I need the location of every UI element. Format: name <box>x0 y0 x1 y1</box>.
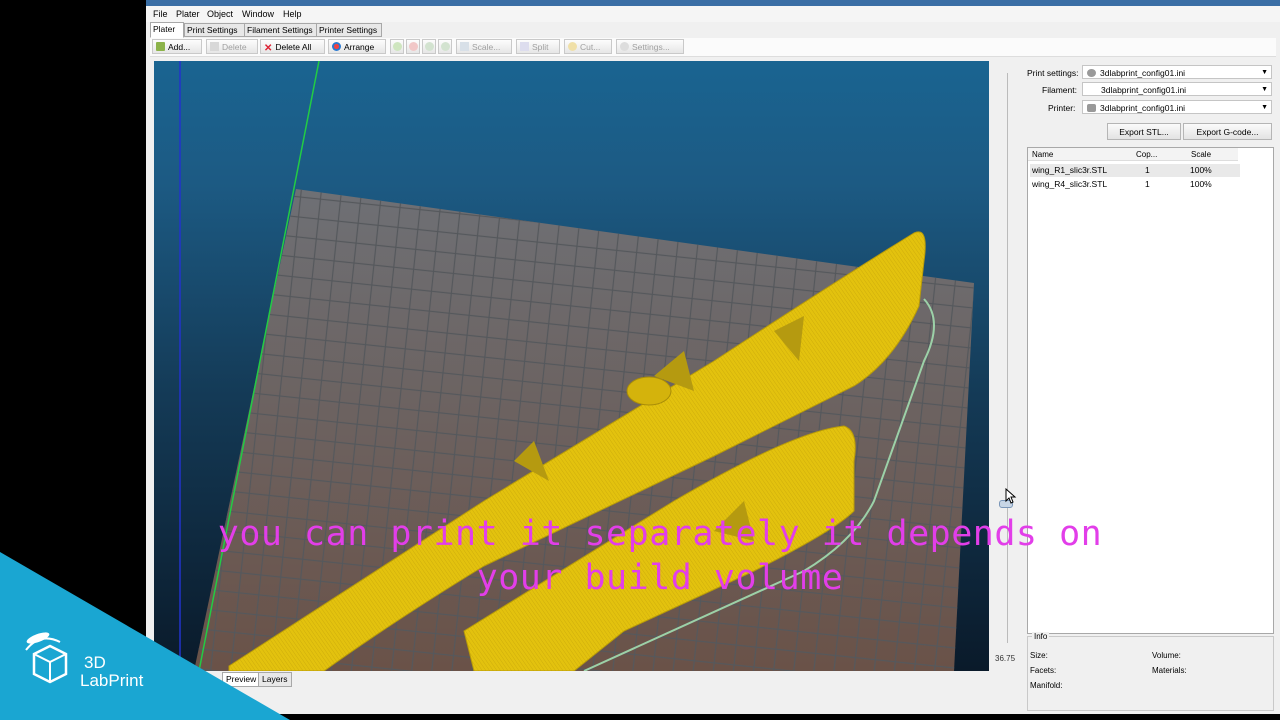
chevron-down-icon: ▼ <box>1261 69 1268 76</box>
delete-icon <box>210 42 219 51</box>
increase-copies-button[interactable] <box>390 39 404 54</box>
tab-printer-settings[interactable]: Printer Settings <box>316 23 382 37</box>
table-row[interactable]: wing_R4_slic3r.STL 1 100% <box>1030 178 1240 191</box>
layer-height-value: 36.75 <box>995 654 1016 663</box>
filament-select[interactable]: 3dlabprint_config01.ini ▼ <box>1082 82 1272 96</box>
scale-button[interactable]: Scale... <box>456 39 512 54</box>
add-button[interactable]: Add... <box>152 39 202 54</box>
menu-window[interactable]: Window <box>242 9 274 19</box>
tab-filament-settings[interactable]: Filament Settings <box>244 23 318 37</box>
decrease-copies-button[interactable] <box>406 39 420 54</box>
info-title: Info <box>1032 632 1050 641</box>
printer-label: Printer: <box>1048 103 1076 113</box>
info-materials-label: Materials: <box>1152 666 1187 675</box>
plus-icon <box>393 42 402 51</box>
cog-icon <box>1087 69 1096 77</box>
slic3r-window: File Plater Object Window Help Plater Pr… <box>146 6 1280 714</box>
table-row[interactable]: wing_R1_slic3r.STL 1 100% <box>1030 164 1240 177</box>
caption-line-1: you can print it separately it depends o… <box>217 514 1103 554</box>
settings-button[interactable]: Settings... <box>616 39 684 54</box>
info-manifold-label: Manifold: <box>1030 681 1063 690</box>
menu-bar: File Plater Object Window Help <box>146 6 1280 22</box>
chevron-down-icon: ▼ <box>1261 104 1268 111</box>
scale-icon <box>460 42 469 51</box>
split-button[interactable]: Split <box>516 39 560 54</box>
split-icon <box>520 42 529 51</box>
brand-logo-overlay: 3D LabPrint <box>0 552 300 720</box>
print-settings-select[interactable]: 3dlabprint_config01.ini ▼ <box>1082 65 1272 79</box>
column-header-name[interactable]: Name <box>1032 150 1053 159</box>
chevron-down-icon: ▼ <box>1261 86 1268 93</box>
printer-select[interactable]: 3dlabprint_config01.ini ▼ <box>1082 100 1272 114</box>
video-caption: you can print it separately it depends o… <box>150 512 1170 600</box>
minus-icon <box>409 42 418 51</box>
menu-help[interactable]: Help <box>283 9 302 19</box>
delete-button[interactable]: Delete <box>206 39 258 54</box>
rotate-left-icon <box>425 42 434 51</box>
menu-plater[interactable]: Plater <box>176 9 200 19</box>
add-icon <box>156 42 165 51</box>
tab-plater[interactable]: Plater <box>150 22 184 38</box>
menu-file[interactable]: File <box>153 9 168 19</box>
info-facets-label: Facets: <box>1030 666 1057 675</box>
wing-spar-hole <box>626 376 672 406</box>
mouse-cursor-icon <box>1005 488 1017 504</box>
delete-all-button[interactable]: ✕ Delete All <box>260 39 325 54</box>
cut-icon <box>568 42 577 51</box>
cut-button[interactable]: Cut... <box>564 39 612 54</box>
caption-line-2: your build volume <box>476 558 844 598</box>
export-stl-button[interactable]: Export STL... <box>1107 123 1181 140</box>
plater-toolbar: Add... Delete ✕ Delete All Arrange Scale.… <box>150 38 1276 57</box>
right-panel: Print settings: 3dlabprint_config01.ini ▼… <box>1024 61 1276 711</box>
column-header-copies[interactable]: Cop... <box>1136 150 1157 159</box>
menu-object[interactable]: Object <box>207 9 233 19</box>
column-header-scale[interactable]: Scale <box>1191 150 1211 159</box>
rotate-right-icon <box>441 42 450 51</box>
print-settings-label: Print settings: <box>1027 68 1079 78</box>
gear-icon <box>620 42 629 51</box>
printer-icon <box>1087 104 1096 112</box>
logo-line-2: LabPrint <box>80 671 144 690</box>
info-panel: Info Size: Volume: Facets: Materials: Ma… <box>1027 632 1274 711</box>
info-size-label: Size: <box>1030 651 1048 660</box>
info-volume-label: Volume: <box>1152 651 1181 660</box>
logo-background <box>0 552 290 720</box>
arrange-icon <box>332 42 341 51</box>
export-gcode-button[interactable]: Export G-code... <box>1183 123 1272 140</box>
filament-label: Filament: <box>1042 85 1077 95</box>
tab-print-settings[interactable]: Print Settings <box>184 23 246 37</box>
delete-all-icon: ✕ <box>264 43 273 54</box>
rotate-left-button[interactable] <box>422 39 436 54</box>
rotate-right-button[interactable] <box>438 39 452 54</box>
logo-text: 3D LabPrint <box>80 653 143 690</box>
logo-line-1: 3D <box>84 653 106 672</box>
arrange-button[interactable]: Arrange <box>328 39 386 54</box>
object-list-header: Name Cop... Scale <box>1028 148 1238 161</box>
